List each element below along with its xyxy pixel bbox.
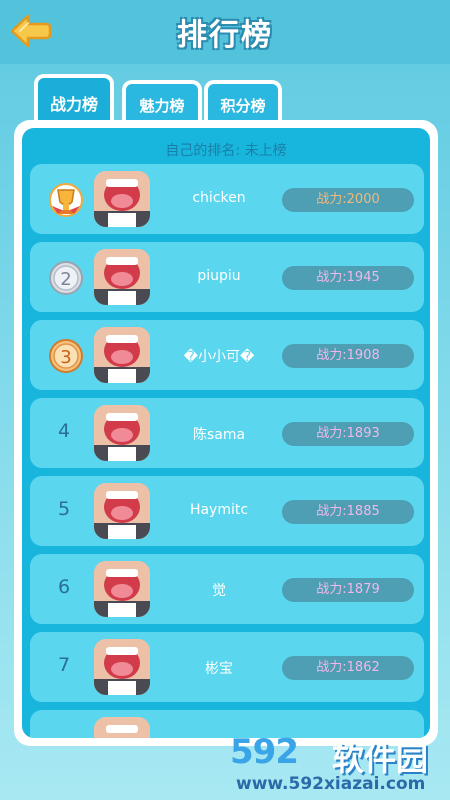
avatar bbox=[94, 639, 150, 695]
avatar bbox=[94, 717, 150, 738]
leaderboard-row[interactable]: 6 觉 战力:1879 bbox=[30, 554, 424, 624]
avatar bbox=[94, 561, 150, 617]
leaderboard-row[interactable]: chicken 战力:2000 bbox=[30, 164, 424, 234]
rank-number: 4 bbox=[57, 420, 71, 442]
player-name: �小小可� bbox=[183, 349, 255, 365]
player-name: chicken bbox=[192, 190, 246, 206]
power-score: 战力:1862 bbox=[282, 656, 414, 680]
avatar bbox=[94, 327, 150, 383]
player-name: 觉 bbox=[212, 583, 226, 599]
player-name: 陈sama bbox=[192, 427, 246, 443]
leaderboard-list[interactable]: 自己的排名: 未上榜 chicken 战力:2000 2 piupiu 战力:1… bbox=[22, 128, 430, 738]
player-name: Haymitc bbox=[189, 502, 249, 518]
my-rank-text: 自己的排名: 未上榜 bbox=[165, 143, 287, 159]
leaderboard-row[interactable]: 3 �小小可� 战力:1908 bbox=[30, 320, 424, 390]
svg-text:3: 3 bbox=[60, 347, 71, 368]
leaderboard-row[interactable]: 2 piupiu 战力:1945 bbox=[30, 242, 424, 312]
leaderboard-row[interactable]: 5 Haymitc 战力:1885 bbox=[30, 476, 424, 546]
top-bar: 排行榜 bbox=[0, 0, 450, 64]
power-score: 战力:1945 bbox=[282, 266, 414, 290]
power-score: 战力:1885 bbox=[282, 500, 414, 524]
player-name: piupiu bbox=[197, 268, 241, 284]
avatar bbox=[94, 249, 150, 305]
watermark-number: 592 bbox=[230, 732, 299, 772]
rank-number: 7 bbox=[57, 654, 71, 676]
silver-medal-icon: 2 bbox=[46, 258, 86, 298]
power-score: 战力:1893 bbox=[282, 422, 414, 446]
avatar bbox=[94, 483, 150, 539]
rank-number: 5 bbox=[57, 498, 71, 520]
power-score: 战力:1879 bbox=[282, 578, 414, 602]
gold-trophy-icon bbox=[46, 180, 86, 220]
leaderboard-row[interactable]: 4 陈sama 战力:1893 bbox=[30, 398, 424, 468]
rank-number: 6 bbox=[57, 576, 71, 598]
player-name: 彬宝 bbox=[205, 661, 233, 677]
avatar bbox=[94, 405, 150, 461]
bronze-medal-icon: 3 bbox=[46, 336, 86, 376]
watermark-url: www.592xiazai.com bbox=[236, 774, 426, 794]
avatar bbox=[94, 171, 150, 227]
leaderboard-panel: 自己的排名: 未上榜 chicken 战力:2000 2 piupiu 战力:1… bbox=[14, 120, 438, 746]
watermark: 592 软件园 www.592xiazai.com bbox=[224, 730, 450, 800]
page-title: 排行榜 bbox=[177, 18, 273, 53]
svg-text:2: 2 bbox=[60, 269, 71, 290]
power-score: 战力:1908 bbox=[282, 344, 414, 368]
leaderboard-row[interactable]: 7 彬宝 战力:1862 bbox=[30, 632, 424, 702]
power-score: 战力:2000 bbox=[282, 188, 414, 212]
